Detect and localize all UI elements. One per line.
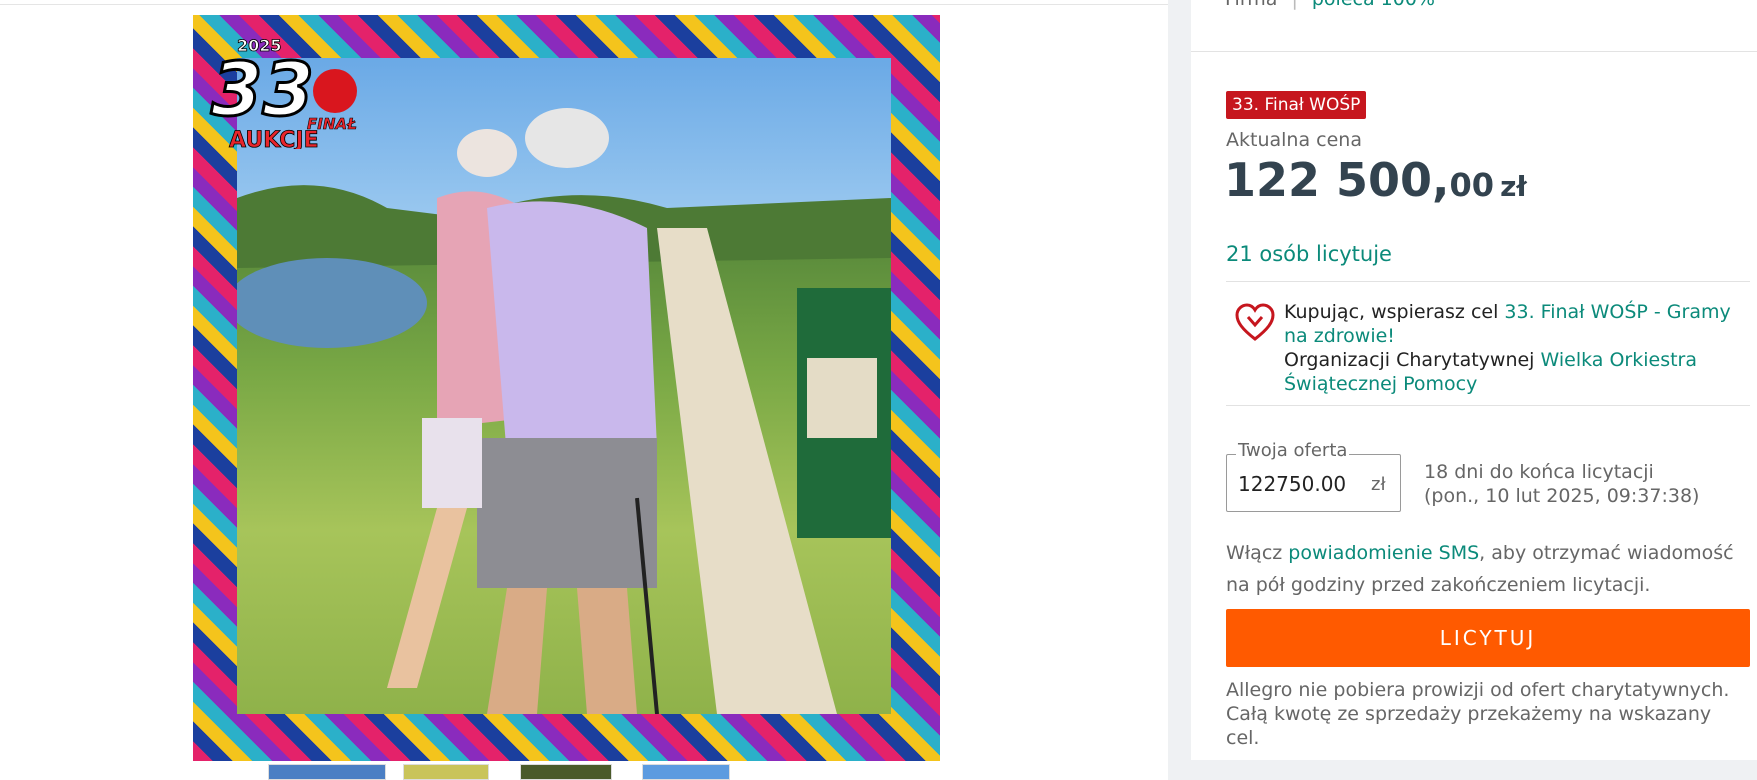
photo-scene [237, 108, 891, 714]
bid-button[interactable]: LICYTUJ [1226, 609, 1750, 667]
sms-notification-link[interactable]: powiadomienie SMS [1288, 542, 1479, 564]
thumbnail-4[interactable] [642, 764, 730, 780]
time-left-text: 18 dni do końca licytacji [1424, 461, 1654, 483]
current-price: 122 500,00 zł [1224, 153, 1527, 207]
divider [1226, 281, 1750, 282]
bid-input-value[interactable]: 122750.00 [1238, 472, 1346, 496]
svg-text:AUKCJE: AUKCJE [229, 128, 319, 149]
charity-org-prefix: Organizacji Charytatywnej [1284, 349, 1541, 371]
thumbnail-1[interactable] [268, 764, 386, 780]
bidders-count-link[interactable]: 21 osób licytuje [1226, 242, 1392, 266]
price-main: 122 500, [1224, 153, 1450, 207]
seller-type: Firma [1225, 0, 1277, 10]
thumbnail-2[interactable] [403, 764, 489, 780]
price-decimal: 00 [1449, 166, 1495, 204]
wosp-badge: 33. Finał WOŚP [1226, 91, 1367, 119]
sms-notice: Włącz powiadomienie SMS, aby otrzymać wi… [1226, 537, 1746, 601]
price-label: Aktualna cena [1226, 129, 1362, 151]
seller-separator: | [1291, 0, 1297, 10]
thumbnail-3[interactable] [520, 764, 612, 780]
divider [1226, 405, 1750, 406]
commission-note: Allegro nie pobiera prowizji od ofert ch… [1226, 679, 1730, 749]
bid-currency-unit: zł [1371, 474, 1386, 495]
seller-info: Firma | poleca 100% [1225, 0, 1435, 10]
charity-info: Kupując, wspierasz cel 33. Finał WOŚP - … [1284, 300, 1744, 396]
seller-recommend-link[interactable]: poleca 100% [1312, 0, 1435, 10]
svg-text:33: 33 [211, 47, 314, 133]
auction-end-date: (pon., 10 lut 2025, 09:37:38) [1424, 485, 1700, 507]
wosp-auctions-logo: 2025 33 FINAŁ AUKCJE [210, 36, 357, 149]
sms-prefix: Włącz [1226, 542, 1289, 564]
price-currency: zł [1500, 170, 1527, 203]
golf-photo [237, 58, 891, 714]
panel-divider [1191, 51, 1757, 52]
auction-time-left: 18 dni do końca licytacji (pon., 10 lut … [1424, 460, 1699, 508]
product-image[interactable]: 2025 33 FINAŁ AUKCJE [193, 15, 940, 761]
top-divider [0, 4, 1170, 5]
bid-input-label: Twoja oferta [1236, 440, 1350, 461]
charity-prefix: Kupując, wspierasz cel [1284, 301, 1505, 323]
heart-icon [1235, 303, 1275, 341]
